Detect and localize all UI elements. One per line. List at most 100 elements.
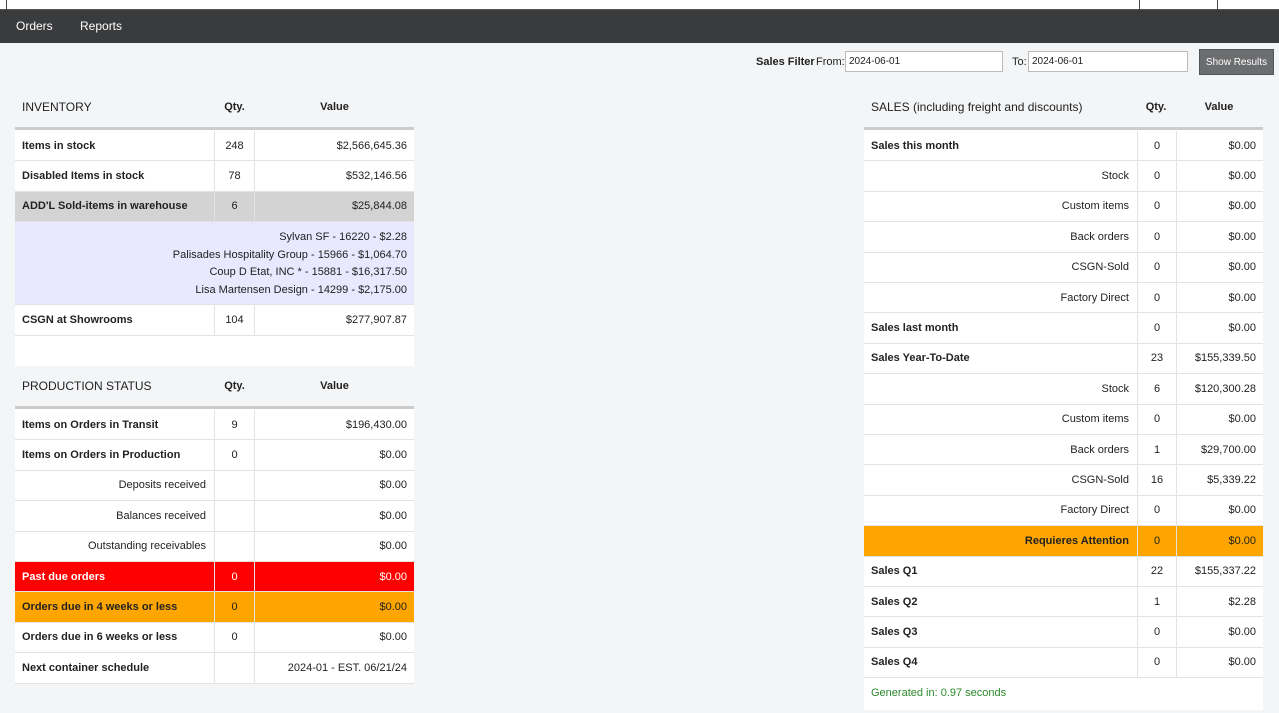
table-row: Items on Orders in Transit 9 $196,430.00 bbox=[15, 410, 414, 441]
inventory-title: INVENTORY bbox=[22, 100, 92, 114]
inventory-header: INVENTORY Qty. Value bbox=[22, 97, 413, 117]
table-row: Sales Q3 0 $0.00 bbox=[864, 617, 1263, 648]
row-label: Factory Direct bbox=[1060, 291, 1129, 304]
table-row: Requieres Attention 0 $0.00 bbox=[864, 526, 1263, 557]
table-row: Sales Year-To-Date 23 $155,339.50 bbox=[864, 343, 1263, 375]
row-qty bbox=[214, 531, 255, 561]
table-row: Items in stock 248 $2,566,645.36 bbox=[15, 131, 414, 162]
table-row: ADD'L Sold-items in warehouse 6 $25,844.… bbox=[15, 191, 414, 223]
row-label: Orders due in 4 weeks or less bbox=[22, 601, 178, 614]
sales-value-header: Value bbox=[1204, 101, 1234, 113]
row-value: $120,300.28 bbox=[1194, 382, 1256, 395]
table-row: Balances received $0.00 bbox=[15, 501, 414, 532]
row-value: $532,146.56 bbox=[345, 170, 407, 183]
from-date-input[interactable] bbox=[845, 51, 1003, 72]
row-value: $277,907.87 bbox=[345, 313, 407, 326]
row-qty: 0 bbox=[214, 440, 255, 470]
strip-divider bbox=[6, 0, 7, 10]
row-value: $0.00 bbox=[1228, 261, 1256, 274]
row-qty: 22 bbox=[1137, 556, 1177, 586]
row-label: Custom items bbox=[1061, 200, 1129, 213]
row-value: $0.00 bbox=[379, 509, 407, 522]
production-qty-header: Qty. bbox=[224, 380, 245, 392]
table-row: Factory Direct 0 $0.00 bbox=[864, 495, 1263, 527]
table-top-border bbox=[15, 127, 414, 130]
inventory-value-header: Value bbox=[320, 101, 349, 113]
row-qty: 0 bbox=[214, 622, 255, 653]
table-row: CSGN at Showrooms 104 $277,907.87 bbox=[15, 305, 414, 336]
to-date-input[interactable] bbox=[1028, 51, 1188, 72]
row-qty bbox=[214, 470, 255, 501]
row-label: Sales this month bbox=[871, 139, 960, 152]
detail-line: Sylvan SF - 16220 - $2.28 bbox=[279, 231, 407, 244]
from-label: From: bbox=[816, 56, 845, 68]
row-label: Stock bbox=[1101, 170, 1129, 183]
table-row: Sales this month 0 $0.00 bbox=[864, 131, 1263, 162]
row-qty: 0 bbox=[1137, 313, 1177, 343]
table-row: Stock 0 $0.00 bbox=[864, 161, 1263, 192]
row-qty: 248 bbox=[214, 131, 255, 161]
row-value: $0.00 bbox=[379, 449, 407, 462]
table-row: Orders due in 6 weeks or less 0 $0.00 bbox=[15, 622, 414, 654]
row-label: Factory Direct bbox=[1060, 504, 1129, 517]
table-row: Back orders 1 $29,700.00 bbox=[864, 435, 1263, 466]
row-qty: 78 bbox=[214, 161, 255, 191]
sales-header: SALES (including freight and discounts) … bbox=[871, 97, 1262, 117]
row-value: $2.28 bbox=[1228, 595, 1256, 608]
nav-reports-link[interactable]: Reports bbox=[80, 10, 122, 43]
row-qty: 0 bbox=[1137, 617, 1177, 647]
row-label: CSGN at Showrooms bbox=[22, 313, 133, 326]
row-qty: 0 bbox=[1137, 252, 1177, 282]
row-label: Sales Q1 bbox=[871, 565, 918, 578]
row-value: $5,339.22 bbox=[1207, 474, 1256, 487]
table-row: Disabled Items in stock 78 $532,146.56 bbox=[15, 161, 414, 192]
nav-orders-link[interactable]: Orders bbox=[16, 10, 53, 43]
strip-divider bbox=[1217, 0, 1218, 10]
table-top-border bbox=[864, 127, 1263, 130]
row-label: Past due orders bbox=[22, 570, 106, 583]
table-row: Custom items 0 $0.00 bbox=[864, 191, 1263, 223]
row-value: $0.00 bbox=[379, 570, 407, 583]
sold-items-detail: Sylvan SF - 16220 - $2.28 Palisades Hosp… bbox=[15, 222, 414, 306]
row-value: $0.00 bbox=[1228, 230, 1256, 243]
sales-title: SALES (including freight and discounts) bbox=[871, 100, 1083, 114]
table-row: Deposits received $0.00 bbox=[15, 470, 414, 502]
row-value: $0.00 bbox=[1228, 170, 1256, 183]
detail-line: Coup D Etat, INC * - 15881 - $16,317.50 bbox=[209, 266, 407, 279]
row-value: $0.00 bbox=[1228, 626, 1256, 639]
row-label: Balances received bbox=[116, 509, 206, 522]
row-label: Items in stock bbox=[22, 139, 96, 152]
detail-line: Lisa Martensen Design - 14299 - $2,175.0… bbox=[195, 283, 407, 296]
row-qty: 1 bbox=[1137, 587, 1177, 617]
row-qty: 0 bbox=[1137, 283, 1177, 313]
row-qty: 23 bbox=[1137, 343, 1177, 374]
table-row: Items on Orders in Production 0 $0.00 bbox=[15, 440, 414, 471]
row-value: $0.00 bbox=[379, 479, 407, 492]
row-label: Orders due in 6 weeks or less bbox=[22, 631, 178, 644]
sales-filter-title: Sales Filter bbox=[756, 56, 815, 68]
row-value: $155,339.50 bbox=[1194, 352, 1256, 365]
row-value: $29,700.00 bbox=[1200, 443, 1256, 456]
row-qty: 6 bbox=[214, 191, 255, 222]
row-qty: 0 bbox=[214, 562, 255, 592]
row-label: Back orders bbox=[1070, 230, 1129, 243]
row-label: Items on Orders in Production bbox=[22, 449, 181, 462]
row-value: $196,430.00 bbox=[345, 418, 407, 431]
row-qty: 0 bbox=[1137, 131, 1177, 161]
row-qty: 104 bbox=[214, 305, 255, 335]
row-value: $155,337.22 bbox=[1194, 565, 1256, 578]
table-row: Factory Direct 0 $0.00 bbox=[864, 283, 1263, 314]
row-qty: 0 bbox=[1137, 526, 1177, 556]
row-qty: 0 bbox=[1137, 161, 1177, 191]
table-row: Stock 6 $120,300.28 bbox=[864, 374, 1263, 405]
row-value: $0.00 bbox=[1228, 139, 1256, 152]
show-results-button[interactable]: Show Results bbox=[1199, 49, 1274, 75]
row-value: $0.00 bbox=[1228, 656, 1256, 669]
row-value: $25,844.08 bbox=[351, 200, 407, 213]
sales-table: Sales this month 0 $0.00 Stock 0 $0.00 C… bbox=[864, 127, 1263, 710]
row-label: CSGN-Sold bbox=[1071, 261, 1129, 274]
row-value: $0.00 bbox=[1228, 534, 1256, 547]
inventory-qty-header: Qty. bbox=[224, 101, 245, 113]
table-row: Sales last month 0 $0.00 bbox=[864, 313, 1263, 344]
generated-time: Generated in: 0.97 seconds bbox=[871, 687, 1007, 699]
